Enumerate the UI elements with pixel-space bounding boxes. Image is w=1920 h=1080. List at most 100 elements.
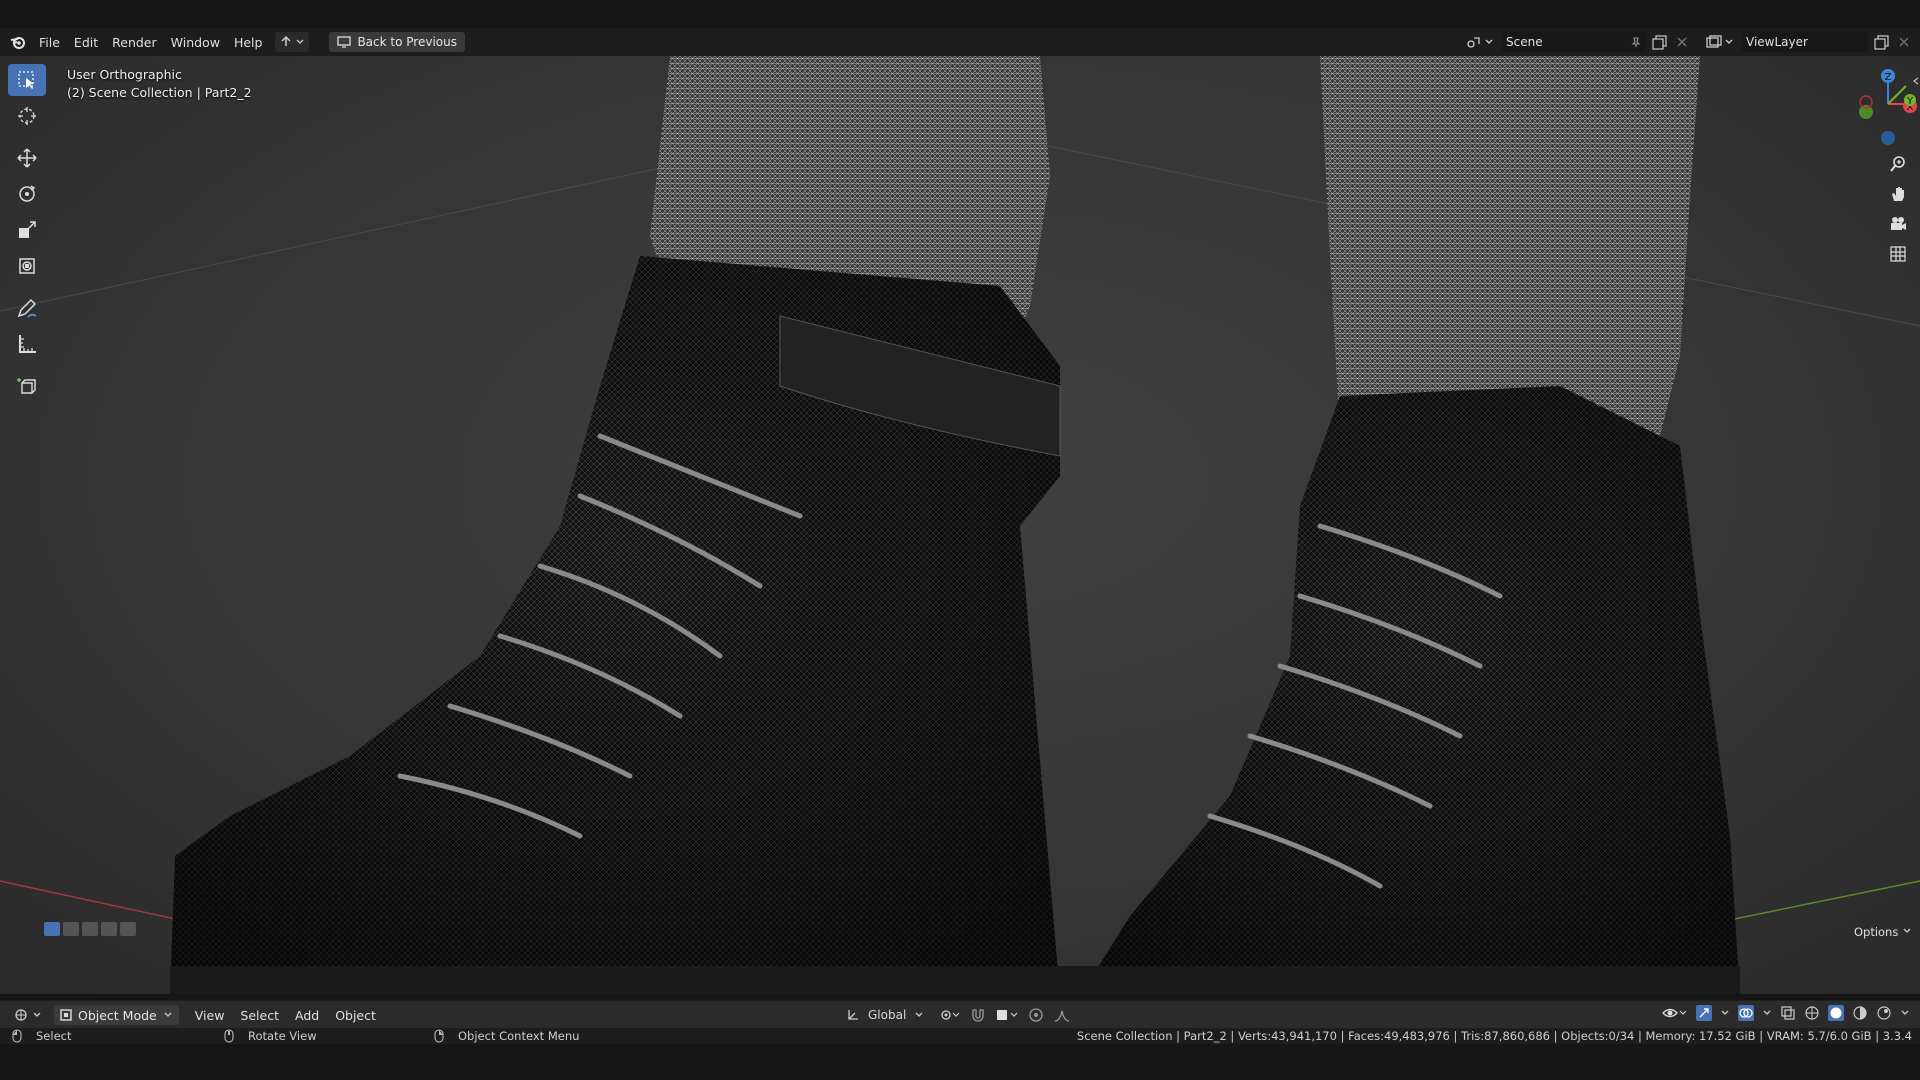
chevron-left-icon[interactable]	[1912, 76, 1920, 86]
pan-button[interactable]	[1886, 182, 1910, 206]
tool-select-box[interactable]	[8, 64, 46, 96]
perspective-toggle-button[interactable]	[1886, 242, 1910, 266]
tool-add-cube[interactable]	[8, 370, 46, 402]
chevron-down-icon[interactable]	[1762, 1008, 1772, 1018]
zoom-icon	[1890, 156, 1905, 172]
snap-magnet-icon[interactable]	[970, 1007, 986, 1023]
transform-icon	[19, 258, 35, 274]
annotate-pencil-icon	[17, 298, 37, 318]
ground-sole	[170, 966, 1740, 994]
overlays-toggle-icon[interactable]	[1738, 1005, 1754, 1021]
back-to-previous-button[interactable]: Back to Previous	[329, 32, 465, 52]
close-icon[interactable]	[1676, 36, 1688, 48]
menu-file[interactable]: File	[32, 35, 67, 50]
visibility-eye-icon[interactable]	[1662, 1005, 1688, 1021]
options-dropdown[interactable]: Options	[1854, 925, 1912, 939]
chevron-down-icon	[164, 1012, 172, 1017]
3d-view-icon	[15, 1009, 27, 1021]
header-menu-add[interactable]: Add	[287, 1008, 327, 1023]
add-cube-icon	[17, 378, 36, 394]
menu-help[interactable]: Help	[227, 35, 270, 50]
chevron-down-icon[interactable]	[1720, 1008, 1730, 1018]
chevron-down-icon	[1725, 39, 1733, 44]
menu-window[interactable]: Window	[164, 35, 227, 50]
transform-orientation-dropdown[interactable]: Global	[842, 1005, 928, 1025]
neg-y-handle[interactable]	[1859, 105, 1873, 119]
pin-icon[interactable]	[1630, 36, 1642, 48]
select-box-icon	[18, 71, 34, 89]
snap-target-dropdown[interactable]	[996, 1007, 1018, 1023]
rendered-shading-icon[interactable]	[1876, 1005, 1892, 1021]
status-context-menu: Object Context Menu	[458, 1029, 580, 1043]
scene-name: Scene	[1506, 35, 1543, 49]
neg-z-handle[interactable]	[1881, 131, 1895, 145]
mouse-left-icon	[12, 1029, 22, 1043]
gizmo-toggle-icon[interactable]	[1696, 1005, 1712, 1021]
orientation-axis-icon	[848, 1010, 858, 1020]
camera-icon	[1891, 217, 1906, 230]
select-mode-new[interactable]	[44, 922, 60, 936]
view-layer-dropdown[interactable]	[1702, 32, 1738, 52]
tool-measure[interactable]	[8, 328, 46, 360]
pivot-point-icon[interactable]	[938, 1007, 960, 1023]
select-mode-invert[interactable]	[101, 922, 117, 936]
header-menu-view[interactable]: View	[187, 1008, 233, 1023]
cursor-icon	[18, 107, 36, 125]
viewport-info: User Orthographic (2) Scene Collection |…	[67, 66, 252, 102]
viewport-scene	[0, 56, 1920, 994]
wireframe-shading-icon[interactable]	[1804, 1005, 1820, 1021]
scale-icon	[19, 221, 36, 238]
scene-statistics: Scene Collection | Part2_2 | Verts:43,94…	[1076, 1029, 1912, 1043]
header-menu-select[interactable]: Select	[232, 1008, 287, 1023]
select-mode-intersect[interactable]	[120, 922, 136, 936]
z-axis-label: Z	[1885, 72, 1892, 83]
new-view-layer-icon[interactable]	[1874, 34, 1890, 50]
tool-move[interactable]	[8, 142, 46, 174]
scene-name-field[interactable]: Scene	[1502, 32, 1646, 52]
menu-edit[interactable]: Edit	[67, 35, 105, 50]
3d-viewport[interactable]: User Orthographic (2) Scene Collection |…	[0, 56, 1920, 994]
options-label: Options	[1853, 925, 1899, 939]
header-menu-object[interactable]: Object	[327, 1008, 384, 1023]
move-icon	[17, 148, 37, 168]
view-name: User Orthographic	[67, 67, 182, 82]
proportional-edit-icon[interactable]	[1028, 1007, 1044, 1023]
material-shading-icon[interactable]	[1852, 1005, 1868, 1021]
solid-shading-icon[interactable]	[1828, 1005, 1844, 1021]
camera-view-button[interactable]	[1886, 212, 1910, 236]
tool-annotate[interactable]	[8, 292, 46, 324]
chevron-down-icon[interactable]	[1900, 1008, 1910, 1018]
select-mode-subtract[interactable]	[82, 922, 98, 936]
transform-orientation-label: Global	[868, 1008, 907, 1022]
right-pant-leg	[1320, 56, 1700, 436]
falloff-curve-icon[interactable]	[1054, 1007, 1076, 1023]
tool-transform[interactable]	[8, 250, 46, 282]
scene-selector-dropdown[interactable]	[1462, 32, 1498, 52]
axis-gizmo[interactable]: Z X Y	[1840, 56, 1920, 146]
tool-scale[interactable]	[8, 214, 46, 246]
viewport-header: Object Mode View Select Add Object Globa…	[0, 1000, 1920, 1029]
rotate-icon	[19, 185, 36, 202]
tool-shelf	[8, 64, 48, 406]
status-bar: Select Rotate View Object Context Menu S…	[0, 1028, 1920, 1044]
xray-toggle-icon[interactable]	[1780, 1005, 1796, 1021]
upload-dropdown[interactable]	[275, 32, 310, 52]
tool-rotate[interactable]	[8, 178, 46, 210]
select-mode-extend[interactable]	[63, 922, 79, 936]
new-scene-icon[interactable]	[1652, 34, 1668, 50]
chevron-down-icon	[1485, 39, 1493, 44]
editor-type-dropdown[interactable]	[10, 1005, 46, 1025]
tool-cursor[interactable]	[8, 100, 46, 132]
chevron-down-icon	[33, 1012, 41, 1017]
window-top-edge	[0, 0, 1920, 28]
view-layer-field[interactable]: ViewLayer	[1742, 32, 1868, 52]
window-bottom-edge	[0, 1044, 1920, 1080]
close-icon[interactable]	[1898, 36, 1910, 48]
zoom-button[interactable]	[1886, 152, 1910, 176]
grid-icon	[1890, 246, 1906, 262]
blender-logo-icon[interactable]	[4, 28, 32, 56]
menu-render[interactable]: Render	[105, 35, 164, 50]
screen-icon	[337, 36, 352, 48]
object-mode-dropdown[interactable]: Object Mode	[54, 1005, 179, 1025]
scene-icon	[1467, 37, 1480, 48]
